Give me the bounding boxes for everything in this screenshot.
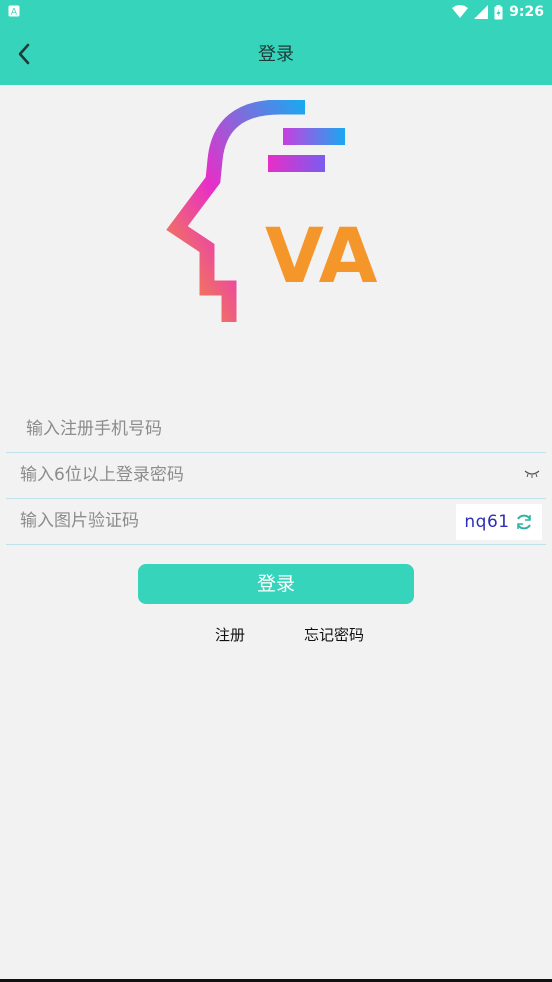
app-logo: VA <box>166 100 378 322</box>
chevron-left-icon <box>18 43 30 65</box>
signal-icon <box>474 5 489 19</box>
notification-icon: A <box>8 5 20 17</box>
back-button[interactable] <box>6 36 42 72</box>
logo-text: VA <box>265 211 378 300</box>
register-link[interactable]: 注册 <box>215 624 245 645</box>
password-field <box>6 452 546 499</box>
eye-closed-icon[interactable] <box>524 469 540 479</box>
phone-field <box>6 406 546 453</box>
wifi-icon <box>452 5 469 18</box>
app-bar: 登录 <box>0 24 552 85</box>
page-title: 登录 <box>258 44 294 65</box>
phone-input[interactable] <box>24 406 448 452</box>
forgot-password-link[interactable]: 忘记密码 <box>304 624 364 645</box>
status-bar: A 9:26 <box>0 0 552 24</box>
login-button[interactable]: 登录 <box>138 564 414 604</box>
battery-icon <box>494 4 503 19</box>
status-icons: 9:26 <box>452 2 544 22</box>
captcha-text: nq61 <box>464 512 510 532</box>
captcha-image[interactable]: nq61 <box>456 504 542 540</box>
password-input[interactable] <box>18 452 442 498</box>
captcha-field: nq61 <box>6 498 546 545</box>
svg-text:A: A <box>11 8 18 18</box>
status-time: 9:26 <box>509 4 544 20</box>
refresh-icon[interactable] <box>514 512 534 532</box>
captcha-input[interactable] <box>18 498 352 544</box>
